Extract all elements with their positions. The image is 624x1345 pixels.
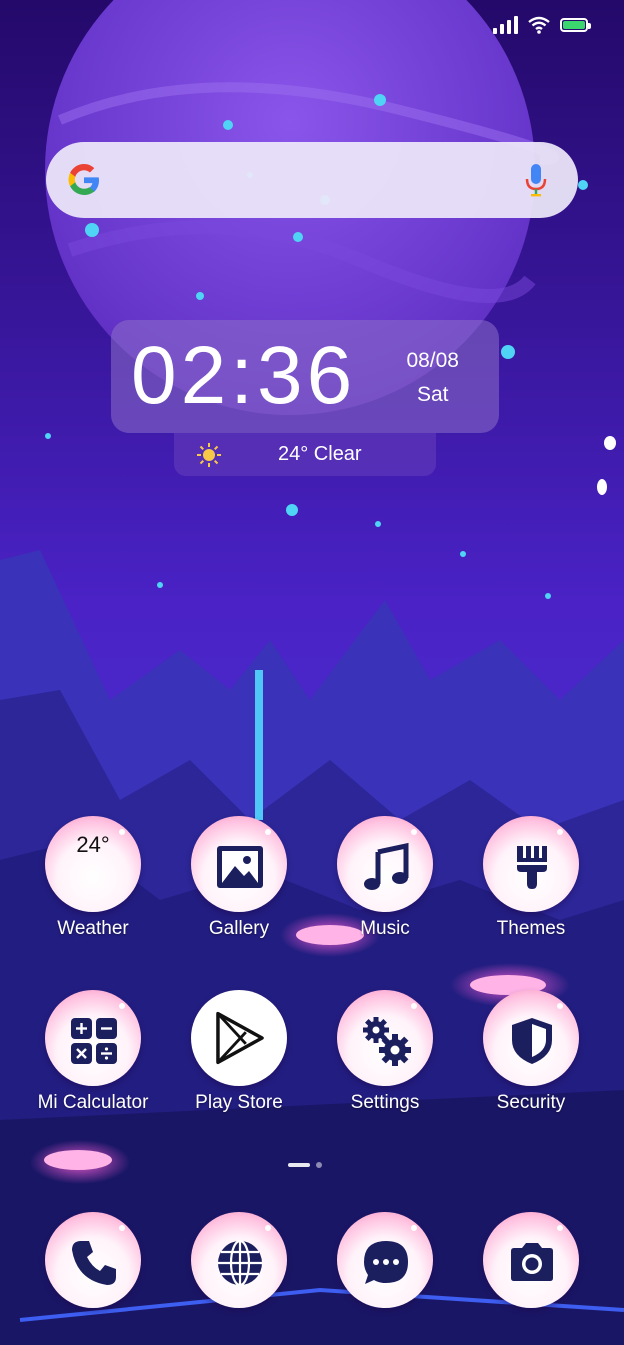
google-search-bar[interactable] bbox=[46, 142, 578, 218]
phone-icon bbox=[45, 1212, 141, 1308]
battery-level bbox=[563, 21, 585, 29]
clock-widget[interactable]: 02:36 08/08 Sat bbox=[111, 320, 499, 433]
app-mi-calculator[interactable]: Mi Calculator bbox=[28, 990, 158, 1114]
weather-icon: 24° bbox=[45, 816, 141, 912]
app-music[interactable]: Music bbox=[320, 816, 450, 940]
settings-gear-icon bbox=[337, 990, 433, 1086]
themes-brush-icon bbox=[483, 816, 579, 912]
play-store-icon bbox=[191, 990, 287, 1086]
calculator-icon bbox=[45, 990, 141, 1086]
app-label: Mi Calculator bbox=[37, 1092, 149, 1113]
date-text: 08/08 bbox=[406, 349, 459, 372]
mic-icon[interactable] bbox=[524, 162, 548, 198]
signal-icon bbox=[493, 16, 518, 34]
app-label: Settings bbox=[350, 1092, 420, 1113]
page-dot-active bbox=[288, 1163, 310, 1167]
messaging-icon bbox=[337, 1212, 433, 1308]
day-text: Sat bbox=[416, 383, 449, 406]
app-label: Play Store bbox=[195, 1092, 283, 1113]
dock-camera[interactable] bbox=[466, 1212, 596, 1308]
app-gallery[interactable]: Gallery bbox=[174, 816, 304, 940]
app-themes[interactable]: Themes bbox=[466, 816, 596, 940]
clock-date: 08/08 Sat bbox=[406, 344, 459, 412]
app-weather[interactable]: 24° Weather bbox=[28, 816, 158, 940]
app-label: Music bbox=[360, 918, 410, 939]
app-label: Themes bbox=[496, 918, 566, 939]
browser-globe-icon bbox=[191, 1212, 287, 1308]
google-logo-icon bbox=[68, 164, 99, 195]
page-indicator bbox=[288, 1162, 322, 1168]
app-play-store[interactable]: Play Store bbox=[174, 990, 304, 1114]
dock-messaging[interactable] bbox=[320, 1212, 450, 1308]
sun-icon bbox=[197, 443, 221, 467]
wifi-icon bbox=[528, 16, 550, 34]
battery-icon bbox=[560, 18, 591, 32]
app-settings[interactable]: Settings bbox=[320, 990, 450, 1114]
camera-icon bbox=[483, 1212, 579, 1308]
app-security[interactable]: Security bbox=[466, 990, 596, 1114]
gallery-icon bbox=[191, 816, 287, 912]
status-bar bbox=[493, 16, 591, 34]
dock-browser[interactable] bbox=[174, 1212, 304, 1308]
app-label: Security bbox=[496, 1092, 566, 1113]
music-icon bbox=[337, 816, 433, 912]
weather-text: 24° Clear bbox=[278, 443, 362, 465]
clock-time: 02:36 bbox=[131, 330, 357, 421]
security-shield-icon bbox=[483, 990, 579, 1086]
weather-icon-temp: 24° bbox=[76, 832, 110, 857]
page-dot bbox=[316, 1162, 322, 1168]
app-label: Gallery bbox=[208, 918, 270, 939]
dock-phone[interactable] bbox=[28, 1212, 158, 1308]
weather-widget[interactable]: 24° Clear bbox=[174, 433, 436, 476]
app-label: Weather bbox=[57, 918, 129, 939]
